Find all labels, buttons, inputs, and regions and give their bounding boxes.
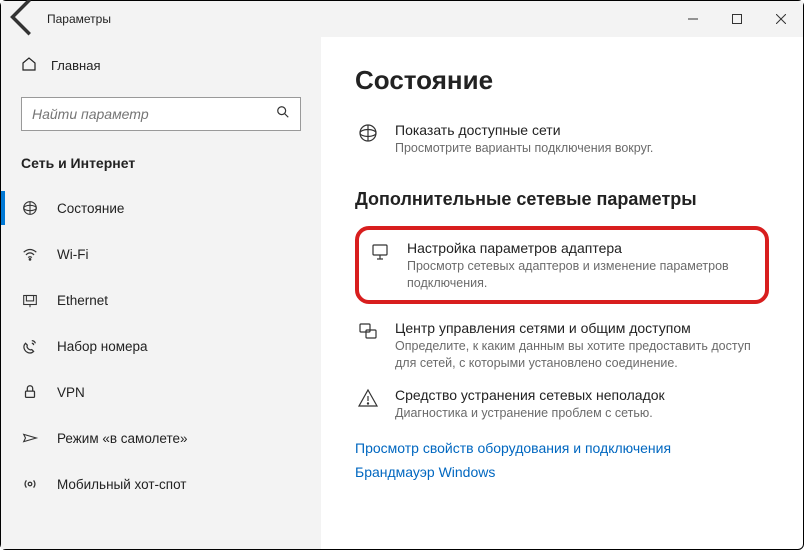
search-box[interactable] [21,97,301,131]
nav-item-wifi[interactable]: Wi-Fi [1,231,321,277]
row-desc: Определите, к каким данным вы хотите пре… [395,338,767,372]
firewall-link[interactable]: Брандмауэр Windows [355,464,769,480]
home-link[interactable]: Главная [1,47,321,83]
minimize-button[interactable] [671,1,715,37]
adapter-settings-row[interactable]: Настройка параметров адаптера Просмотр с… [367,240,757,292]
troubleshoot-row[interactable]: Средство устранения сетевых неполадок Ди… [355,381,769,432]
ethernet-icon [21,291,39,309]
available-networks-row[interactable]: Показать доступные сети Просмотрите вари… [355,116,769,167]
advanced-header: Дополнительные сетевые параметры [355,189,769,210]
airplane-icon [21,429,39,447]
search-input[interactable] [32,106,276,122]
row-title: Показать доступные сети [395,122,767,138]
adapter-highlight: Настройка параметров адаптера Просмотр с… [355,226,769,304]
row-title: Центр управления сетями и общим доступом [395,320,767,336]
titlebar: Параметры [1,1,803,37]
row-desc: Просмотр сетевых адаптеров и изменение п… [407,258,755,292]
window-controls [671,1,803,37]
nav-list: Состояние Wi-Fi Ethernet Набор номера VP… [1,185,321,507]
nav-item-airplane[interactable]: Режим «в самолете» [1,415,321,461]
nav-label: Wi-Fi [57,247,88,262]
home-icon [21,56,37,75]
nav-label: VPN [57,385,85,400]
nav-label: Мобильный хот-спот [57,477,186,492]
nav-item-hotspot[interactable]: Мобильный хот-спот [1,461,321,507]
maximize-button[interactable] [715,1,759,37]
nav-item-status[interactable]: Состояние [1,185,321,231]
window-title: Параметры [47,12,111,26]
nav-item-dialup[interactable]: Набор номера [1,323,321,369]
page-title: Состояние [355,65,769,96]
nav-item-ethernet[interactable]: Ethernet [1,277,321,323]
wifi-icon [21,245,39,263]
sharing-icon [357,320,379,342]
category-header: Сеть и Интернет [1,149,321,185]
nav-label: Режим «в самолете» [57,431,188,446]
hw-properties-link[interactable]: Просмотр свойств оборудования и подключе… [355,440,769,456]
close-button[interactable] [759,1,803,37]
sidebar: Главная Сеть и Интернет Состояние Wi-Fi … [1,37,321,549]
main-content: Состояние Показать доступные сети Просмо… [321,37,803,549]
adapter-icon [369,240,391,262]
row-title: Средство устранения сетевых неполадок [395,387,767,403]
row-desc: Просмотрите варианты подключения вокруг. [395,140,767,157]
nav-label: Ethernet [57,293,108,308]
status-icon [21,199,39,217]
hotspot-icon [21,475,39,493]
vpn-icon [21,383,39,401]
nav-label: Состояние [57,201,124,216]
nav-item-vpn[interactable]: VPN [1,369,321,415]
search-icon [276,105,290,124]
row-title: Настройка параметров адаптера [407,240,755,256]
sharing-center-row[interactable]: Центр управления сетями и общим доступом… [355,314,769,382]
dialup-icon [21,337,39,355]
home-label: Главная [51,58,100,73]
warning-icon [357,387,379,409]
nav-label: Набор номера [57,339,148,354]
globe-icon [357,122,379,144]
row-desc: Диагностика и устранение проблем с сетью… [395,405,767,422]
